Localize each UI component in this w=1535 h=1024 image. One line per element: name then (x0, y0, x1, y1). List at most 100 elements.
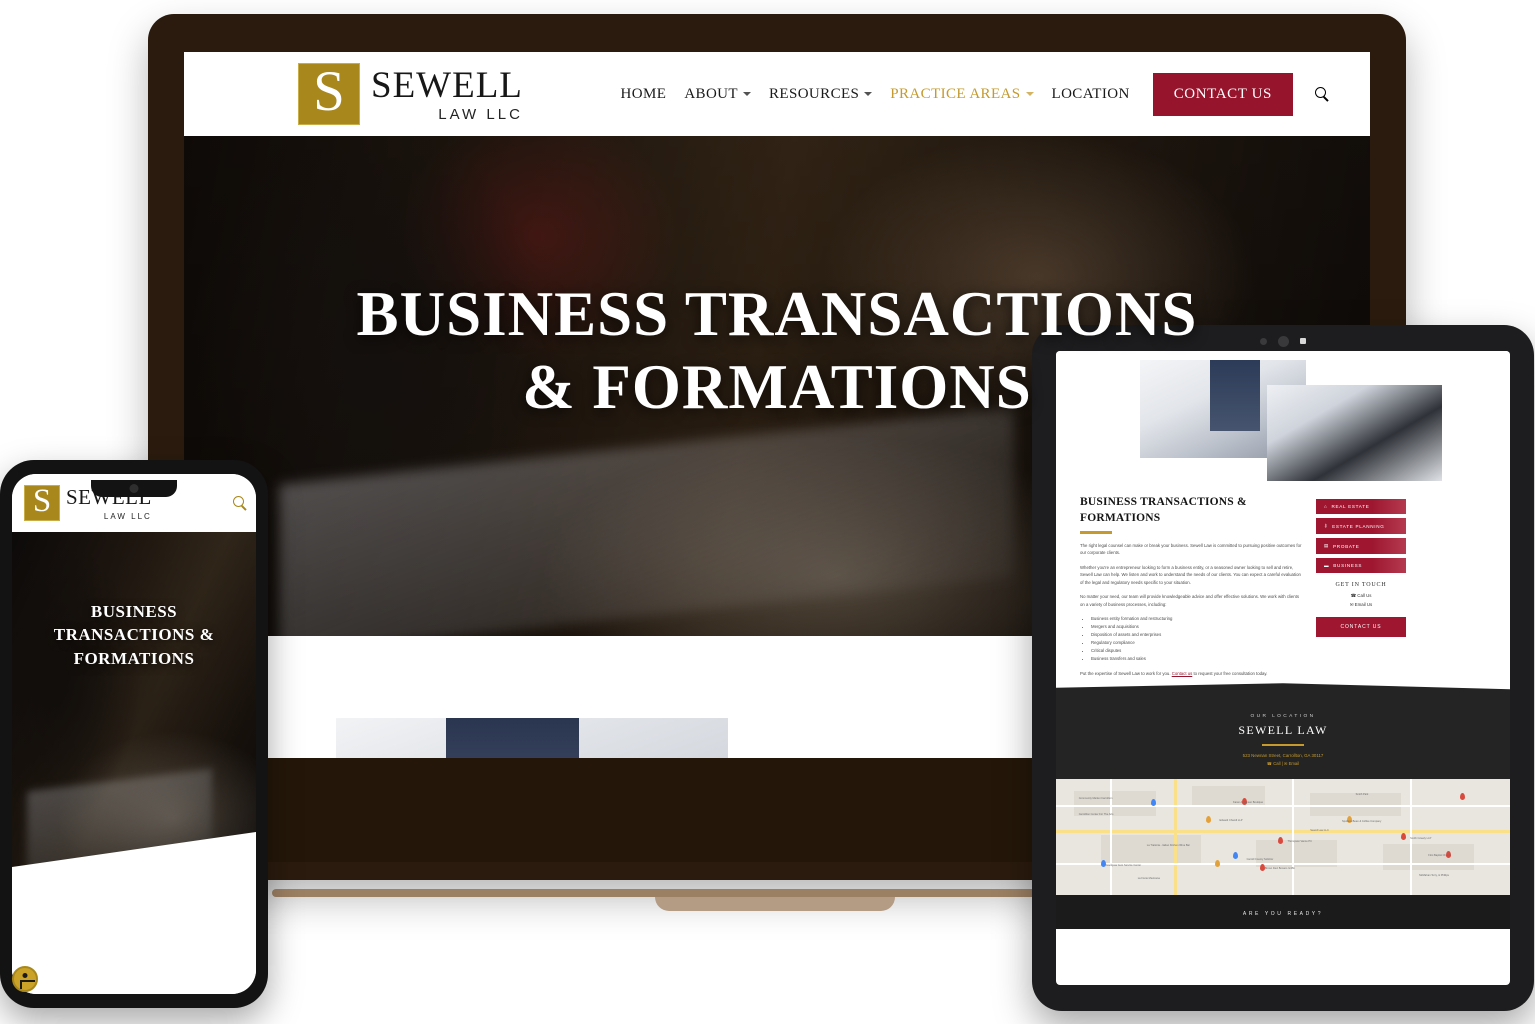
hero-line-1: BUSINESS (90, 602, 178, 621)
sidebar-item-label: ESTATE PLANNING (1332, 523, 1385, 529)
logo-subtitle: LAW LLC (438, 105, 523, 123)
tablet-article: BUSINESS TRANSACTIONS & FORMATIONS The r… (1080, 495, 1304, 684)
nav-label: LOCATION (1051, 85, 1130, 102)
map-label: Thompson Vance PC (1287, 839, 1312, 843)
sidebar-item-label: BUSINESS (1333, 563, 1363, 568)
list-item: Business entity formation and restructur… (1091, 615, 1304, 623)
call-us-label: Call Us (1357, 593, 1372, 598)
map-label: Brown Deci Bowers Griffin (1264, 867, 1296, 871)
hero-line-2: TRANSACTIONS & (53, 625, 215, 645)
envelope-icon: ✉ (1349, 602, 1354, 607)
sidebar-item-label: REAL ESTATE (1331, 504, 1370, 509)
logo-monogram-icon: S (298, 63, 360, 125)
location-name: SEWELL LAW (1238, 723, 1328, 738)
sidebar-item-business[interactable]: ▬ BUSINESS (1316, 558, 1406, 573)
location-eyebrow: OUR LOCATION (1250, 714, 1316, 720)
map-label: Smith Park (1355, 793, 1369, 797)
phone-content-band (12, 908, 256, 994)
location-address: 523 Newnan Street, Carrollton, GA 30117 (1242, 753, 1324, 759)
location-links: ☎ Call | ✉ Email (1056, 761, 1510, 766)
logo-letter: S (32, 483, 52, 520)
sidebar-item-estate-planning[interactable]: ⚷ ESTATE PLANNING (1316, 518, 1406, 534)
chevron-down-icon (864, 92, 873, 96)
logo-letter: S (313, 60, 345, 124)
phone-device: S SEWELL LAW LLC BUSINESS TRANSACTIONS &… (0, 460, 268, 1008)
phone-hero: BUSINESS TRANSACTIONS & FORMATIONS (12, 532, 256, 908)
closing-text-before: Put the expertise of Sewell Law to work … (1080, 670, 1172, 676)
map-label: Goodyear Auto Service Center (1105, 863, 1142, 867)
chevron-down-icon (1025, 92, 1034, 96)
map-label: Edward Chandl LLP (1219, 818, 1243, 822)
nav-label: PRACTICE AREAS (890, 85, 1021, 102)
home-icon: ⌂ (1324, 504, 1328, 509)
key-icon: ⚷ (1324, 523, 1329, 528)
sidebar-item-real-estate[interactable]: ⌂ REAL ESTATE (1316, 499, 1406, 514)
contact-us-link[interactable]: Contact us (1172, 671, 1193, 676)
sidebar-item-label: PROBATE (1333, 543, 1360, 549)
nav-item-location[interactable]: LOCATION (1043, 86, 1139, 103)
article-heading: BUSINESS TRANSACTIONS & FORMATIONS (1080, 496, 1247, 524)
call-us-link[interactable]: ☎ Call Us (1316, 593, 1406, 599)
hero-wedge-divider (12, 832, 256, 908)
hero-line-1: BUSINESS TRANSACTIONS (356, 279, 1198, 349)
article-closing: Put the expertise of Sewell Law to work … (1080, 670, 1304, 678)
chevron-down-icon (742, 92, 751, 96)
sidebar-item-probate[interactable]: ▤ PROBATE (1316, 538, 1406, 554)
nav-label: ABOUT (684, 85, 738, 102)
list-item: Business transfers and sales (1091, 655, 1304, 663)
logo-name: SEWELL (371, 64, 523, 106)
tablet-location-section: OUR LOCATION SEWELL LAW 523 Newnan Stree… (1056, 683, 1510, 780)
desktop-logo[interactable]: S SEWELL LAW LLC (298, 63, 523, 125)
search-icon[interactable] (1293, 85, 1342, 103)
logo-subtitle: LAW LLC (103, 512, 152, 521)
map-label: Spotless Bean & Coffee Company (1342, 819, 1382, 823)
camera-icon (129, 484, 139, 493)
map-label: McMahan Terry, & Phillips (1419, 874, 1449, 878)
map-label: Karen A. Jansen Boutique (1233, 801, 1264, 805)
sidebar-contact-us-button[interactable]: CONTACT US (1316, 617, 1406, 637)
map-label: Smith Cowely LLP (1410, 837, 1432, 841)
nav-label: HOME (620, 85, 667, 102)
location-call-link[interactable]: ☎ Call (1267, 761, 1281, 766)
briefcase-icon: ▬ (1324, 563, 1330, 568)
phone-screen: S SEWELL LAW LLC BUSINESS TRANSACTIONS &… (12, 474, 256, 994)
tablet-sidebar: ⌂ REAL ESTATE ⚷ ESTATE PLANNING ▤ PROBAT… (1316, 495, 1406, 684)
tablet-content: BUSINESS TRANSACTIONS & FORMATIONS The r… (1056, 485, 1510, 684)
phone-hero-title: BUSINESS TRANSACTIONS & FORMATIONS (12, 600, 256, 670)
desktop-nav: HOME ABOUT RESOURCES PRACTICE AREAS LOCA… (612, 72, 1370, 116)
article-paragraph: The right legal counsel can make or brea… (1080, 542, 1302, 556)
list-item: Disposition of assets and enterprises (1091, 631, 1304, 639)
map-label: La Fonte Mexicana (1137, 876, 1160, 880)
map-label: Carroll County Solicitor (1246, 858, 1274, 862)
location-rule (1262, 744, 1304, 747)
logo-wordmark: SEWELL LAW LLC (371, 67, 523, 122)
desktop-hero-title: BUSINESS TRANSACTIONS & FORMATIONS (184, 278, 1370, 424)
heading-rule (1080, 531, 1112, 534)
desktop-site-header: S SEWELL LAW LLC HOME ABOUT RESOURCES PR… (184, 52, 1370, 136)
location-wave-divider (1056, 683, 1510, 697)
phone-notch (91, 480, 177, 497)
nav-item-about[interactable]: ABOUT (675, 86, 760, 103)
services-list: Business entity formation and restructur… (1091, 615, 1304, 663)
tablet-footer-cta: ARE YOU READY? (1056, 895, 1510, 930)
nav-label: RESOURCES (768, 85, 860, 102)
email-us-link[interactable]: ✉ Email Us (1316, 602, 1406, 608)
hero-line-2: & FORMATIONS (522, 352, 1032, 423)
map-label: La Trattoria - Italian Kitchen Wine Bar (1146, 844, 1190, 848)
search-icon[interactable] (233, 494, 244, 512)
accessibility-icon[interactable] (12, 966, 38, 992)
nav-item-home[interactable]: HOME (612, 86, 676, 103)
article-paragraph: No matter your need, our team will provi… (1080, 594, 1300, 607)
nav-item-practice-areas[interactable]: PRACTICE AREAS (881, 86, 1042, 103)
closing-text-after: to request your free consultation today. (1192, 670, 1268, 676)
device-mockup-scene: S SEWELL LAW LLC HOME ABOUT RESOURCES PR… (0, 0, 1535, 1024)
email-us-label: Email Us (1354, 602, 1373, 607)
footer-cta-label: ARE YOU READY? (1242, 911, 1324, 918)
logo-monogram-icon[interactable]: S (24, 485, 60, 521)
location-map[interactable]: Community Market Carrollton Carrollton C… (1056, 779, 1510, 896)
hero-line-3: FORMATIONS (73, 648, 195, 668)
contact-us-button[interactable]: CONTACT US (1152, 72, 1293, 116)
location-email-link[interactable]: ✉ Email (1284, 761, 1299, 766)
nav-item-resources[interactable]: RESOURCES (760, 86, 881, 103)
bank-icon: ▤ (1324, 543, 1330, 548)
